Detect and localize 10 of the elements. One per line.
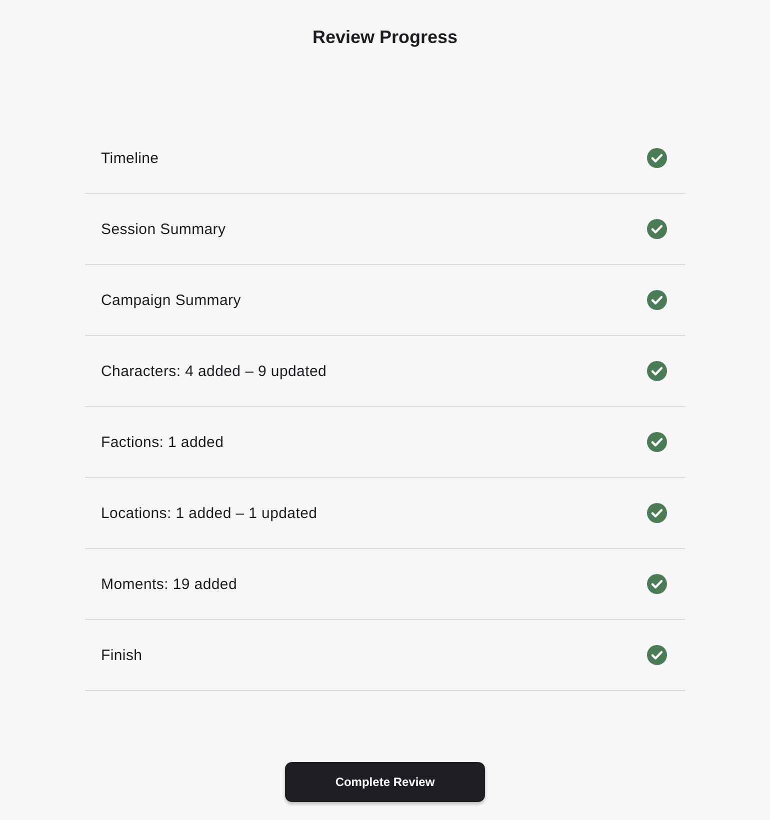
step-label: Moments: 19 added — [101, 576, 237, 592]
page-title: Review Progress — [312, 26, 458, 49]
step-label: Timeline — [101, 150, 159, 166]
step-label: Finish — [101, 646, 142, 664]
step-label: Locations: 1 added – 1 updated — [101, 504, 318, 522]
step-label: Factions: 1 added — [101, 434, 224, 450]
step-label: Campaign Summary — [101, 292, 241, 308]
complete-review-button[interactable]: Complete Review — [285, 762, 485, 802]
step-label: Session Summary — [101, 220, 226, 238]
step-label: Characters: 4 added – 9 updated — [101, 362, 327, 380]
